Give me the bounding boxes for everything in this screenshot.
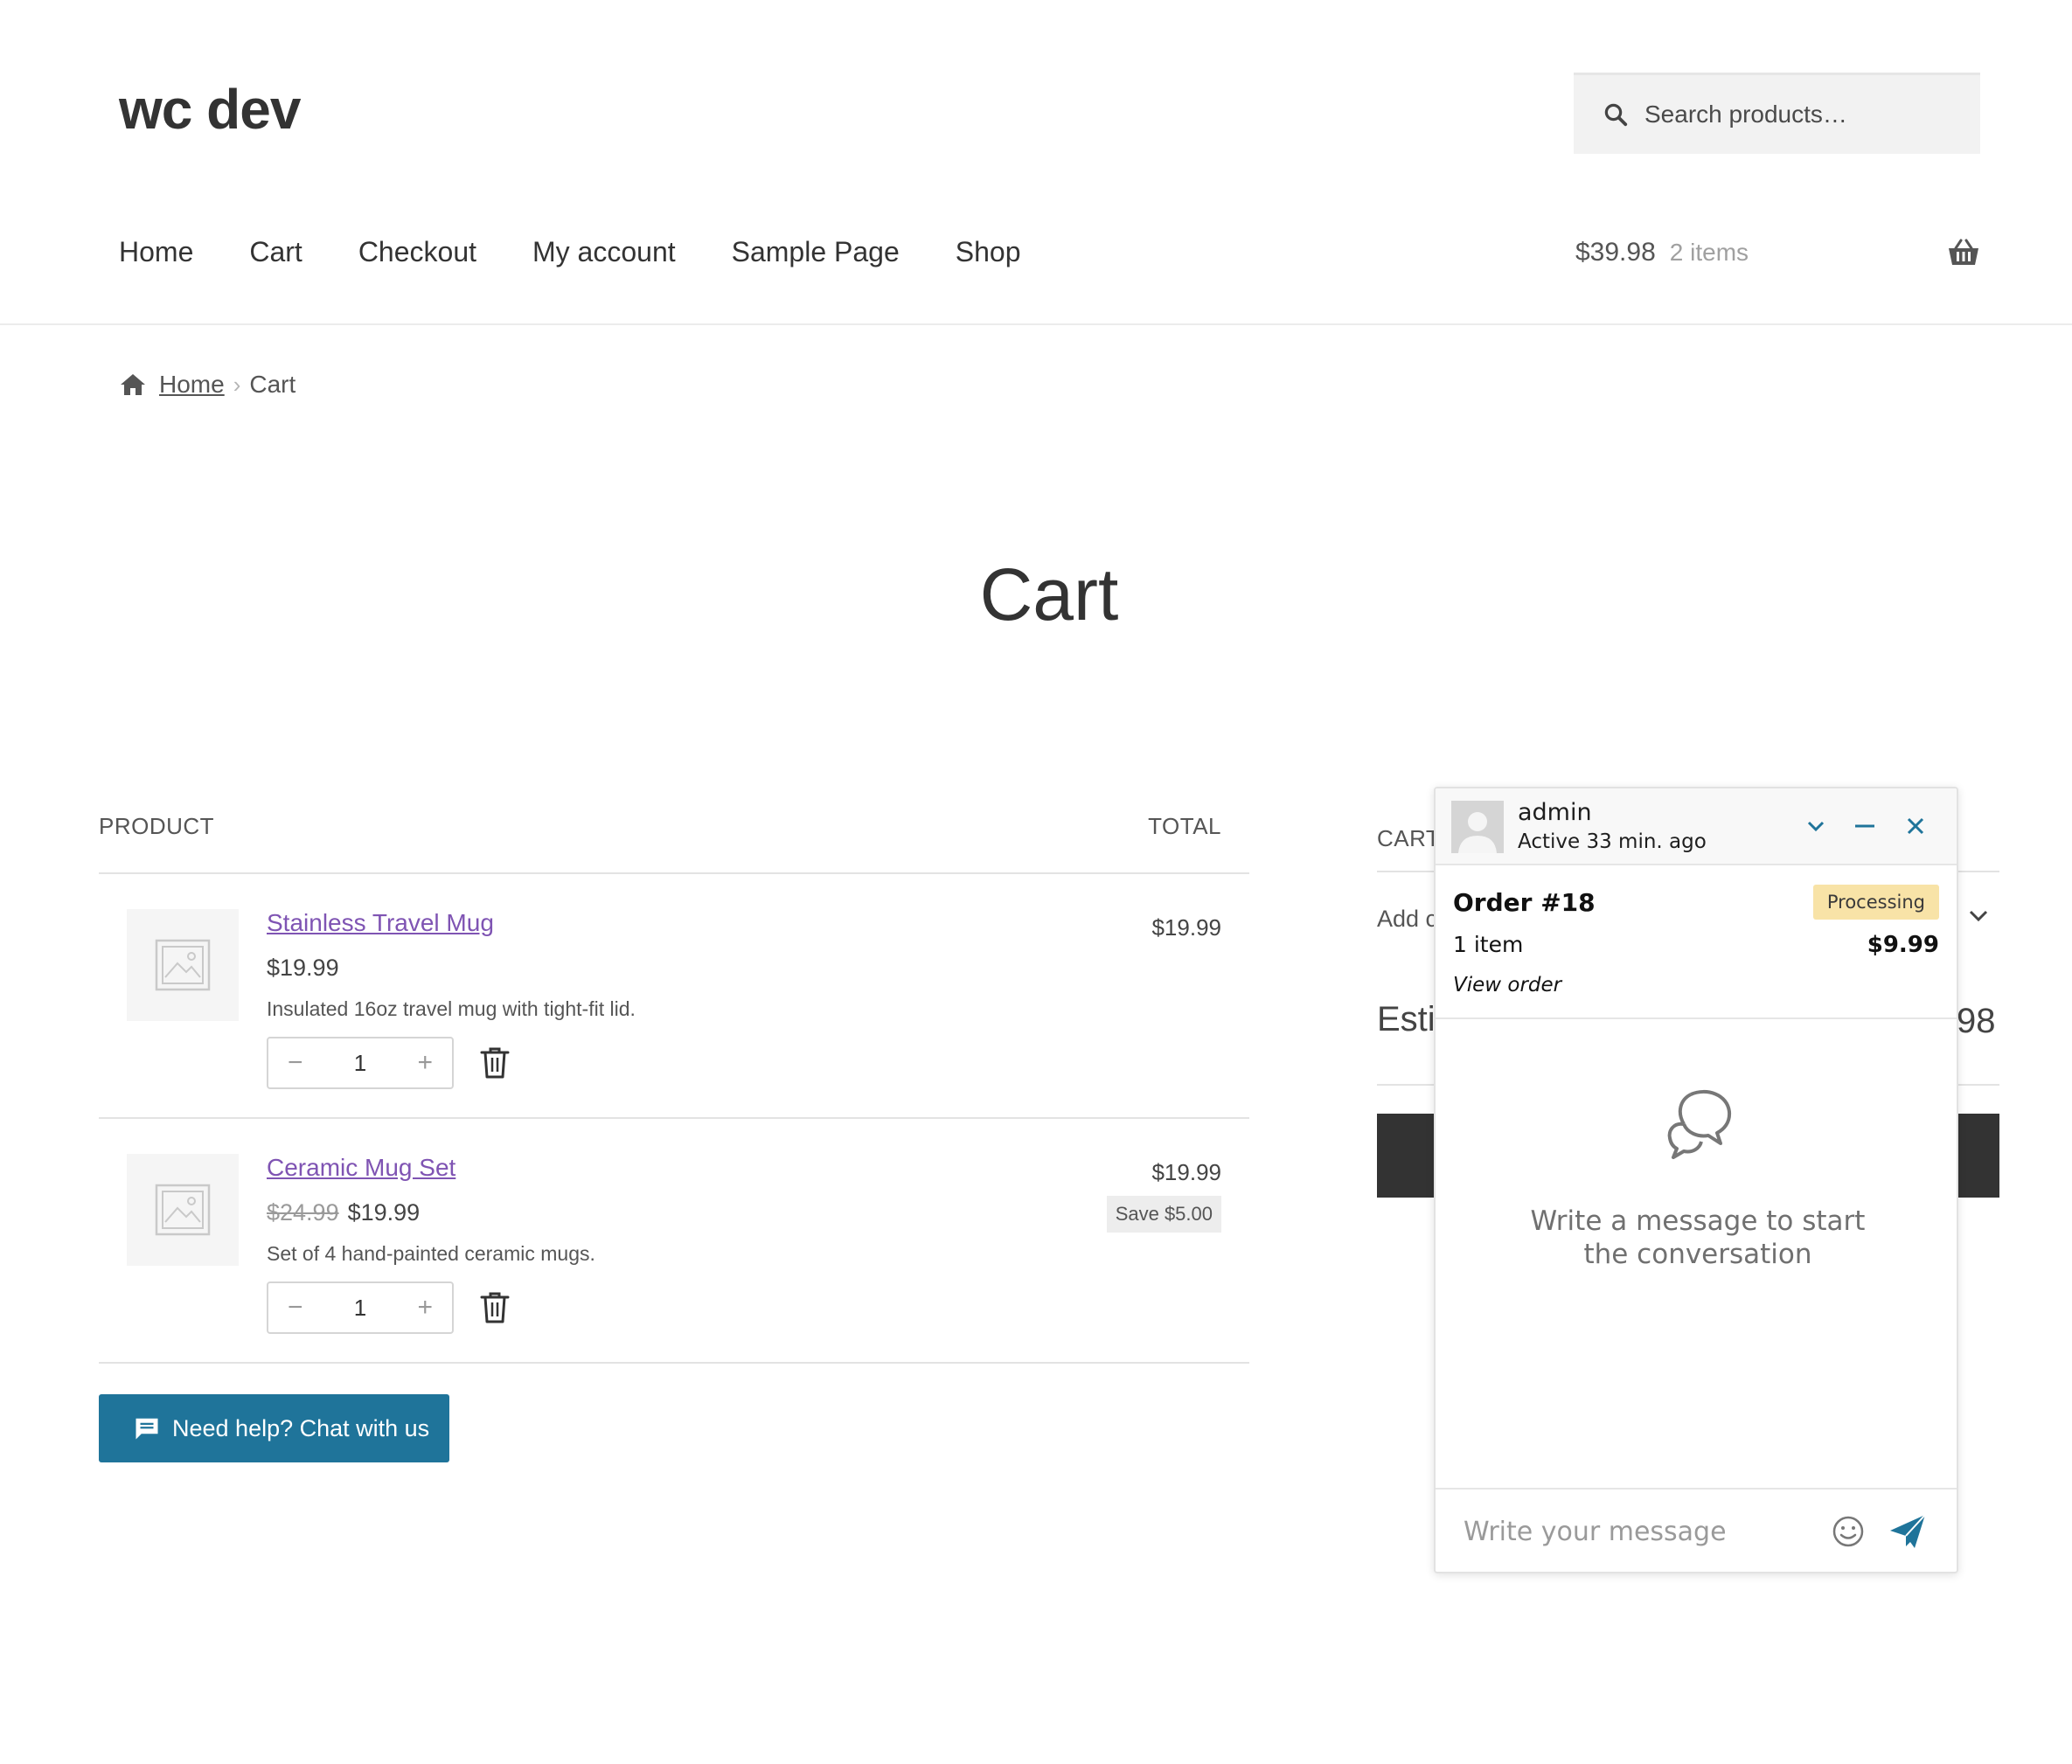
chevron-down-icon[interactable] <box>1803 813 1829 839</box>
order-summary: Order #18 Processing 1 item $9.99 View o… <box>1436 865 1957 1019</box>
row-total: $19.99 <box>1151 1159 1221 1185</box>
estimated-total-value: 98 <box>1957 1002 1996 1040</box>
qty-decrease-button[interactable]: − <box>288 1293 303 1323</box>
cart-table: PRODUCT TOTAL Stainless Travel Mug $19.9… <box>99 813 1249 1364</box>
product-description: Insulated 16oz travel mug with tight-fit… <box>267 997 636 1020</box>
quantity-row: − 1 + <box>267 1281 595 1334</box>
chat-header: admin Active 33 min. ago <box>1436 788 1957 865</box>
search-icon <box>1604 103 1628 127</box>
product-regular-price: $24.99 <box>267 1199 339 1226</box>
chat-bubble-icon <box>136 1418 158 1440</box>
qty-value[interactable]: 1 <box>354 1295 366 1322</box>
avatar-silhouette-icon <box>1451 801 1504 853</box>
quantity-row: − 1 + <box>267 1037 636 1089</box>
cart-totals-heading: CART <box>1377 825 1441 851</box>
conversation-icon <box>1667 1089 1732 1159</box>
product-info: Stainless Travel Mug $19.99 Insulated 16… <box>267 909 636 1089</box>
trash-icon[interactable] <box>480 1291 510 1324</box>
nav-item-shop[interactable]: Shop <box>956 236 1021 268</box>
qty-value[interactable]: 1 <box>354 1050 366 1077</box>
nav-item-checkout[interactable]: Checkout <box>358 236 476 268</box>
trash-icon[interactable] <box>480 1046 510 1080</box>
image-placeholder-icon <box>155 1184 211 1236</box>
avatar <box>1451 801 1504 853</box>
estimated-total-label: Esti <box>1377 1000 1436 1038</box>
chat-composer <box>1436 1488 1957 1572</box>
header-divider <box>0 323 2072 325</box>
mini-cart-amount: $39.98 <box>1575 238 1656 267</box>
nav-item-my-account[interactable]: My account <box>532 236 676 268</box>
product-sale-price: $19.99 <box>267 955 339 981</box>
save-badge: Save $5.00 <box>1106 1196 1221 1233</box>
nav-item-cart[interactable]: Cart <box>249 236 302 268</box>
breadcrumb-current: Cart <box>249 371 296 398</box>
quantity-stepper[interactable]: − 1 + <box>267 1281 454 1334</box>
product-description: Set of 4 hand-painted ceramic mugs. <box>267 1242 595 1265</box>
emoji-icon[interactable] <box>1831 1514 1866 1549</box>
chat-widget: admin Active 33 min. ago Order #18 Proce… <box>1434 787 1958 1573</box>
quantity-stepper[interactable]: − 1 + <box>267 1037 454 1089</box>
product-price: $24.99 $19.99 <box>267 1199 595 1226</box>
breadcrumb-home[interactable]: Home <box>159 371 225 399</box>
status-badge: Processing <box>1812 885 1939 920</box>
qty-increase-button[interactable]: + <box>417 1293 433 1323</box>
image-placeholder-icon <box>155 939 211 991</box>
add-coupon-toggle[interactable]: Add c <box>1377 906 1437 933</box>
order-amount: $9.99 <box>1867 932 1939 958</box>
close-icon[interactable] <box>1902 813 1929 839</box>
cart-row: Ceramic Mug Set $24.99 $19.99 Set of 4 ha… <box>99 1119 1249 1364</box>
chat-agent-status: Active 33 min. ago <box>1518 830 1707 853</box>
product-sale-price: $19.99 <box>347 1199 421 1226</box>
col-total-header: TOTAL <box>1148 813 1221 839</box>
chat-help-label: Need help? Chat with us <box>172 1414 430 1441</box>
row-total: $19.99 <box>1151 914 1221 941</box>
product-thumbnail[interactable] <box>127 909 239 1021</box>
minimize-icon[interactable] <box>1852 813 1878 839</box>
chat-empty-state: Write a message to start the conversatio… <box>1436 1019 1957 1400</box>
chat-help-button[interactable]: Need help? Chat with us <box>99 1394 449 1462</box>
product-price: $19.99 <box>267 955 636 982</box>
site-title[interactable]: wc dev <box>119 77 301 142</box>
col-product-header: PRODUCT <box>99 813 215 839</box>
cart-table-header: PRODUCT TOTAL <box>99 813 1249 874</box>
breadcrumb-separator: › <box>233 371 241 398</box>
view-order-link[interactable]: View order <box>1453 974 1561 997</box>
cart-row: Stainless Travel Mug $19.99 Insulated 16… <box>99 874 1249 1119</box>
mini-cart-count: 2 items <box>1669 239 1749 266</box>
home-icon <box>121 374 145 395</box>
mini-cart[interactable]: $39.98 2 items <box>1575 238 1980 267</box>
main-nav: Home Cart Checkout My account Sample Pag… <box>119 236 1076 268</box>
chat-agent-name: admin <box>1518 799 1592 826</box>
send-icon[interactable] <box>1888 1513 1927 1550</box>
nav-item-home[interactable]: Home <box>119 236 193 268</box>
product-name-link[interactable]: Stainless Travel Mug <box>267 909 494 937</box>
product-name-link[interactable]: Ceramic Mug Set <box>267 1154 455 1182</box>
basket-icon[interactable] <box>1947 239 1980 267</box>
nav-item-sample-page[interactable]: Sample Page <box>732 236 900 268</box>
breadcrumb: Home › Cart <box>119 371 296 399</box>
chat-message-input[interactable] <box>1464 1516 1813 1547</box>
qty-increase-button[interactable]: + <box>417 1048 433 1078</box>
product-info: Ceramic Mug Set $24.99 $19.99 Set of 4 ha… <box>267 1154 595 1334</box>
page-title: Cart <box>979 553 1119 635</box>
order-item-count: 1 item <box>1453 932 1524 957</box>
product-thumbnail[interactable] <box>127 1154 239 1266</box>
search-input[interactable] <box>1644 101 1959 128</box>
qty-decrease-button[interactable]: − <box>288 1048 303 1078</box>
chat-empty-message: Write a message to start the conversatio… <box>1530 1205 1866 1270</box>
order-title: Order #18 <box>1453 888 1596 917</box>
chevron-down-icon[interactable] <box>1967 907 1990 925</box>
search-box[interactable] <box>1574 73 1980 154</box>
